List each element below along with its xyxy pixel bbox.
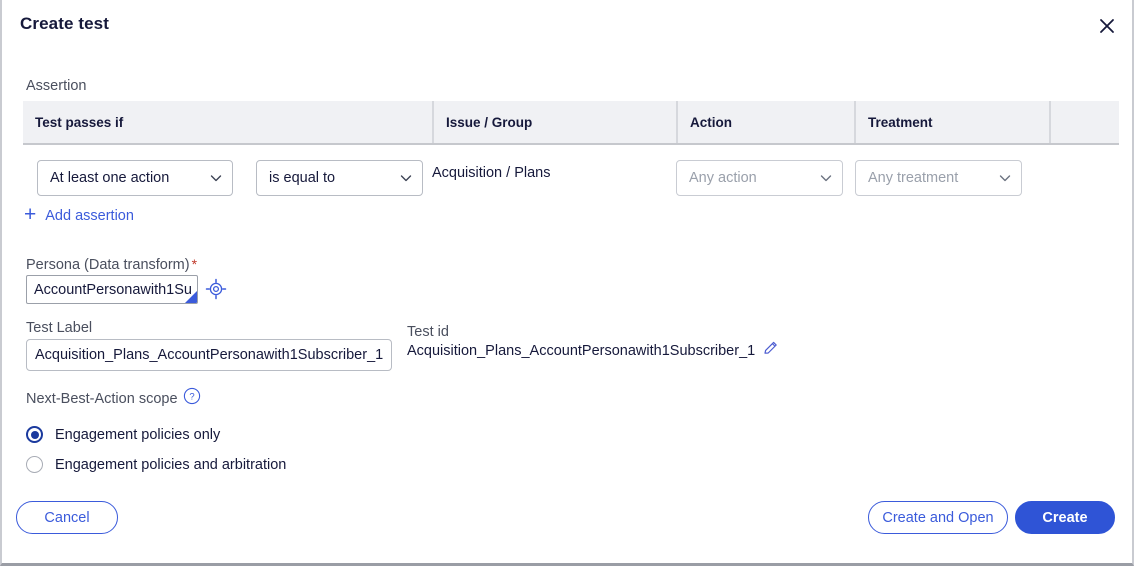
radio-button-unselected[interactable] [26,456,43,473]
create-button[interactable]: Create [1015,501,1115,534]
radio-label-engagement-policies-only: Engagement policies only [55,426,221,443]
column-header-action: Action [676,101,854,143]
column-header-test-passes-if: Test passes if [35,114,124,130]
svg-text:?: ? [189,392,194,403]
test-id-value: Acquisition_Plans_AccountPersonawith1Sub… [407,343,756,359]
resize-handle[interactable] [185,291,197,303]
chevron-down-icon [210,175,222,182]
add-assertion-label: Add assertion [45,207,134,224]
radio-button-selected[interactable] [26,426,43,443]
create-and-open-button[interactable]: Create and Open [868,501,1008,534]
test-label-input[interactable] [26,339,392,371]
nba-scope-label: Next-Best-Action scope [26,391,178,407]
chevron-down-icon [820,175,832,182]
persona-input[interactable]: AccountPersonawith1Su [26,275,198,304]
test-id-label: Test id [407,324,449,340]
persona-value: AccountPersonawith1Su [34,281,192,298]
column-header-issue-group: Issue / Group [432,101,676,143]
treatment-value: Any treatment [868,170,959,186]
create-test-dialog: Create test Assertion Test passes if Iss… [0,0,1134,566]
operator-value: is equal to [269,170,336,186]
close-glyph [1100,19,1114,33]
test-label-label: Test Label [26,320,93,336]
plus-icon: + [24,203,37,226]
column-header-actions [1049,101,1119,143]
radio-engagement-policies-and-arbitration[interactable]: Engagement policies and arbitration [26,456,286,473]
add-assertion-button[interactable]: + Add assertion [24,203,134,226]
radio-engagement-policies-only[interactable]: Engagement policies only [26,426,220,443]
required-indicator: * [191,256,198,272]
issue-group-value: Acquisition / Plans [432,165,551,181]
cancel-button[interactable]: Cancel [16,501,118,534]
crosshair-target-icon[interactable] [205,278,227,300]
close-icon[interactable] [1090,9,1124,43]
pencil-edit-icon[interactable] [762,339,780,357]
chevron-down-icon [999,175,1011,182]
assertion-row: At least one action is equal to Acquisit… [23,158,1119,198]
column-header-treatment: Treatment [854,101,1049,143]
assertion-section-label: Assertion [26,78,87,94]
test-passes-if-value: At least one action [50,170,170,186]
assertion-table-header: Test passes if Issue / Group Action Trea… [23,101,1119,145]
help-circle-icon[interactable]: ? [183,387,201,405]
operator-select[interactable]: is equal to [256,160,423,196]
test-passes-if-select[interactable]: At least one action [37,160,233,196]
radio-label-engagement-policies-and-arbitration: Engagement policies and arbitration [55,456,287,473]
treatment-select[interactable]: Any treatment [855,160,1022,196]
persona-label-text: Persona (Data transform) [26,257,190,273]
persona-label: Persona (Data transform) * [26,256,197,273]
chevron-down-icon [400,175,412,182]
action-value: Any action [689,170,757,186]
action-select[interactable]: Any action [676,160,843,196]
page-title: Create test [20,14,109,33]
